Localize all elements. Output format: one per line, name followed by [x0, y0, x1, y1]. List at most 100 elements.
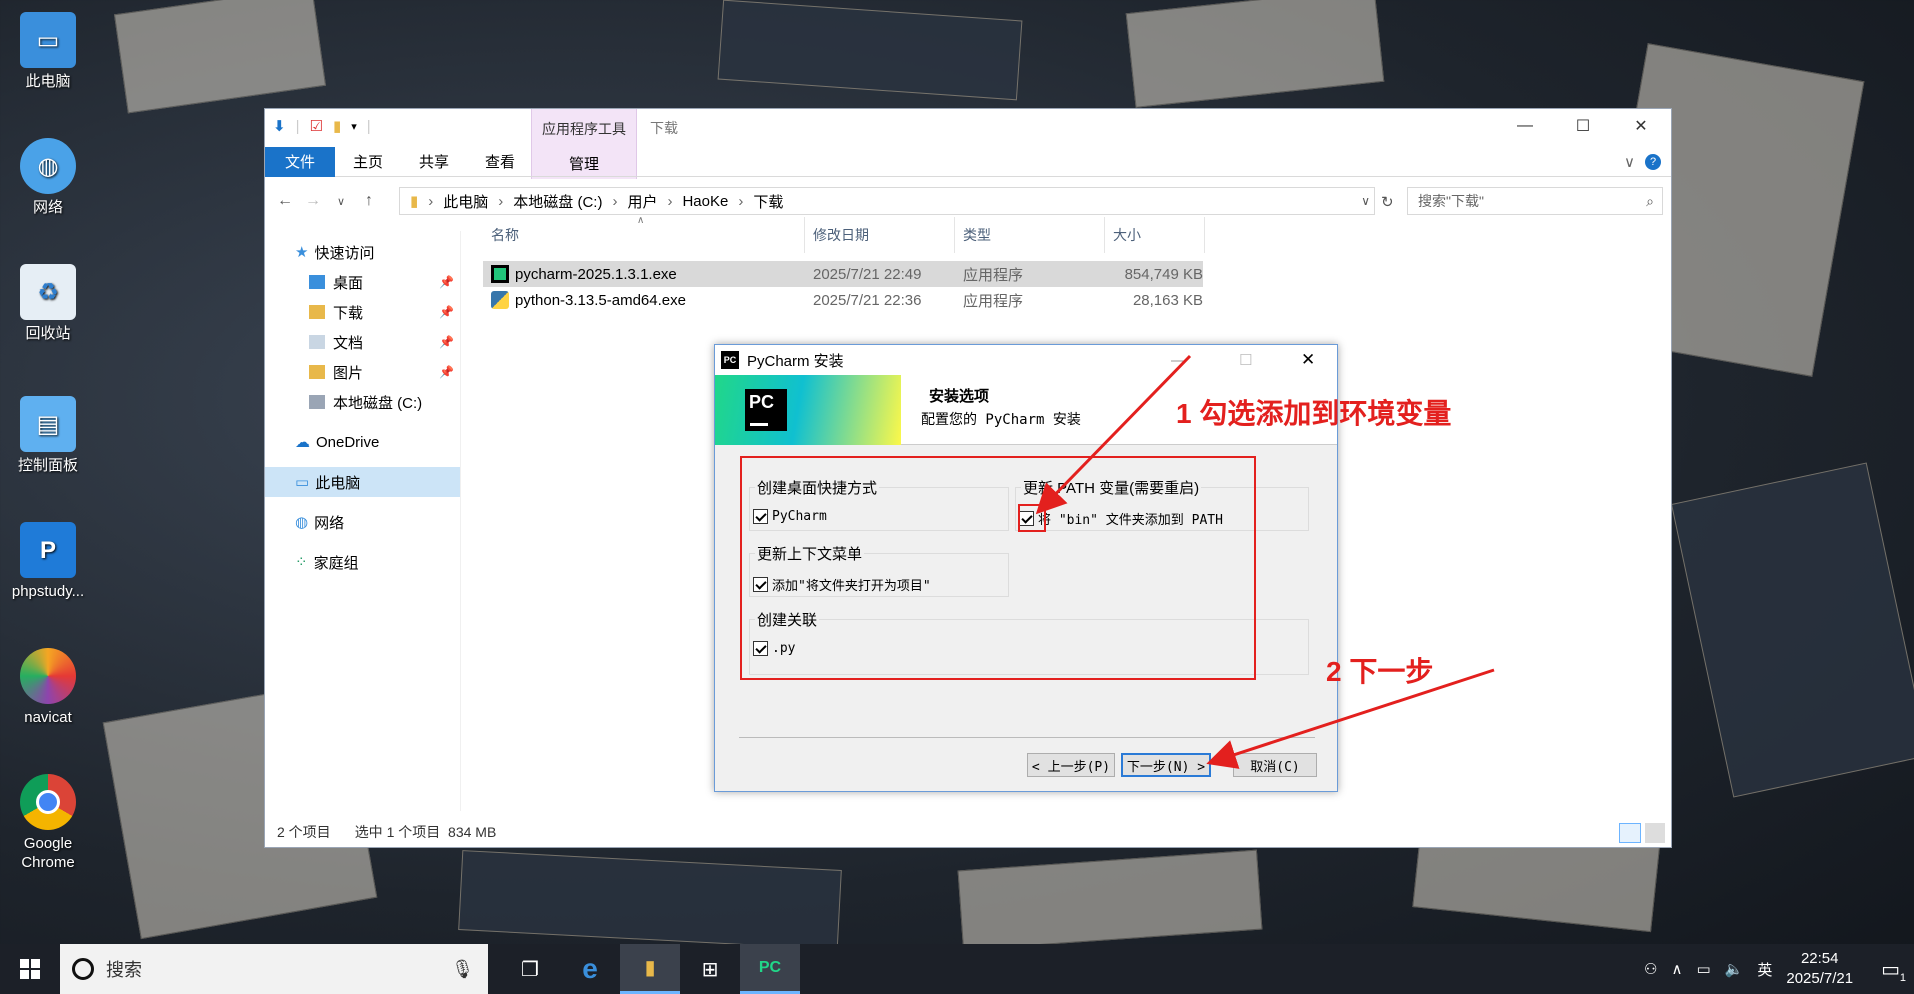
column-type[interactable]: 类型 [955, 217, 1105, 253]
tab-file[interactable]: 文件 [265, 146, 335, 177]
chevron-down-icon[interactable]: ∨ [1361, 194, 1370, 208]
help-icon[interactable]: ? [1645, 153, 1661, 170]
close-button[interactable]: ✕ [1301, 350, 1315, 370]
ribbon-tabs: 文件 主页 共享 查看 ∨ ? [265, 146, 1671, 177]
nav-item-documents[interactable]: 文档 📌 [265, 327, 460, 357]
breadcrumb-item[interactable]: 下载 [753, 191, 783, 212]
desktop-icon-label: Google Chrome [21, 835, 75, 871]
pycharm-taskbar-icon[interactable]: PC [740, 944, 800, 994]
file-list-header: 名称 修改日期 类型 大小 [483, 217, 1205, 253]
search-input[interactable]: 搜索"下载" ⌕ [1407, 187, 1663, 215]
nav-quick-access[interactable]: ★ 快速访问 [265, 237, 460, 267]
highlight-options-box [740, 456, 1256, 680]
windows-logo-icon [20, 959, 40, 979]
chevron-up-icon[interactable]: ∧ [1671, 960, 1682, 978]
desktop-icon-chrome[interactable]: Google Chrome [0, 774, 96, 872]
nav-item-desktop[interactable]: 桌面 📌 [265, 267, 460, 297]
nav-item-downloads[interactable]: 下载 📌 [265, 297, 460, 327]
maximize-button[interactable]: ☐ [1555, 109, 1611, 143]
recent-locations-icon[interactable]: ∨ [327, 195, 355, 208]
breadcrumb-item[interactable]: 此电脑 [443, 191, 488, 212]
notification-center-icon[interactable]: ▭ 1 [1881, 957, 1906, 984]
task-view-icon[interactable]: ❐ [500, 944, 560, 994]
navicat-icon [20, 648, 76, 704]
homegroup-icon: ⁘ [295, 554, 308, 571]
drive-icon [309, 395, 325, 409]
nav-item-pictures[interactable]: 图片 📌 [265, 357, 460, 387]
start-button[interactable] [0, 944, 60, 994]
expand-ribbon-icon[interactable]: ∨ [1624, 153, 1635, 171]
folder-icon[interactable]: ▮ [333, 117, 341, 135]
close-button[interactable]: ✕ [1613, 109, 1669, 143]
desktop-icon-label: 网络 [32, 199, 63, 216]
up-arrow-icon[interactable]: ↑ [355, 192, 383, 210]
down-arrow-icon[interactable]: ⬇ [273, 117, 286, 135]
search-icon: ⌕ [1646, 192, 1654, 209]
nav-network[interactable]: ◍ 网络 [265, 507, 460, 537]
window-title: 下载 [650, 120, 678, 136]
phpstudy-icon: P [20, 522, 76, 578]
clock-time: 22:54 [1800, 950, 1839, 967]
tab-home[interactable]: 主页 [335, 151, 401, 172]
cloud-icon: ☁ [295, 434, 310, 451]
nav-item-local-disk[interactable]: 本地磁盘 (C:) [265, 387, 460, 417]
taskbar: 搜索 🎙 ❐ e ▮ ⊞ PC ⚇ ∧ ▭ 🔈 英 22:54 2025/7/2… [0, 944, 1914, 994]
ime-indicator[interactable]: 英 [1757, 959, 1772, 980]
pin-icon[interactable]: 📌 [439, 305, 454, 319]
cancel-button[interactable]: 取消(C) [1233, 753, 1317, 777]
desktop-icon-network[interactable]: ◍ 网络 [0, 138, 96, 217]
desktop-icon-this-pc[interactable]: ▭ 此电脑 [0, 12, 96, 91]
properties-icon[interactable]: ☑ [309, 117, 322, 135]
file-row[interactable]: pycharm-2025.1.3.1.exe 2025/7/21 22:49 应… [483, 261, 1203, 287]
desktop-icon-phpstudy[interactable]: P phpstudy... [0, 522, 96, 601]
folder-icon: ▮ [410, 193, 419, 210]
minimize-button[interactable]: — [1497, 109, 1553, 143]
download-folder-icon [309, 305, 325, 319]
large-icons-view-icon[interactable] [1645, 823, 1665, 843]
minimize-button[interactable]: — [1171, 352, 1186, 369]
pin-icon[interactable]: 📌 [439, 335, 454, 349]
next-button[interactable]: 下一步(N) > [1121, 753, 1211, 777]
clock[interactable]: 22:54 2025/7/21 [1786, 949, 1853, 989]
file-row[interactable]: python-3.13.5-amd64.exe 2025/7/21 22:36 … [483, 287, 1203, 313]
nav-onedrive[interactable]: ☁ OneDrive [265, 427, 460, 457]
annotation-step1: 1 勾选添加到环境变量 [1176, 398, 1452, 429]
chevron-down-icon[interactable]: ▾ [351, 120, 357, 133]
pin-icon[interactable]: 📌 [439, 275, 454, 289]
dialog-separator [739, 737, 1315, 738]
pycharm-file-icon [491, 265, 509, 283]
address-bar[interactable]: ▮ › 此电脑 › 本地磁盘 (C:) › 用户 › HaoKe › 下载 ∨ [399, 187, 1375, 215]
microphone-icon[interactable]: 🎙 [451, 959, 474, 980]
details-view-icon[interactable] [1619, 823, 1641, 843]
pycharm-logo-icon: PC [721, 351, 739, 369]
network-status-icon[interactable]: ▭ [1696, 960, 1710, 978]
back-arrow-icon[interactable]: ← [271, 192, 299, 210]
breadcrumb-item[interactable]: HaoKe [682, 193, 728, 210]
nav-this-pc[interactable]: ▭ 此电脑 [265, 467, 460, 497]
breadcrumb-item[interactable]: 用户 [627, 191, 657, 212]
annotation-step2: 2 下一步 [1326, 656, 1434, 687]
breadcrumb-item[interactable]: 本地磁盘 (C:) [513, 191, 602, 212]
status-bar: 2 个项目 选中 1 个项目 834 MB [277, 819, 496, 845]
tab-view[interactable]: 查看 [467, 151, 533, 172]
volume-icon[interactable]: 🔈 [1725, 960, 1744, 978]
store-icon[interactable]: ⊞ [680, 944, 740, 994]
forward-arrow-icon[interactable]: → [299, 192, 327, 210]
column-date[interactable]: 修改日期 [805, 217, 955, 253]
desktop-icon-control-panel[interactable]: ▤ 控制面板 [0, 396, 96, 475]
column-size[interactable]: 大小 [1105, 217, 1205, 253]
taskbar-search-box[interactable]: 搜索 🎙 [60, 944, 488, 994]
edge-icon[interactable]: e [560, 944, 620, 994]
maximize-button[interactable]: ☐ [1239, 351, 1252, 369]
file-type: 应用程序 [963, 292, 1024, 310]
desktop-icon-recycle-bin[interactable]: ♻ 回收站 [0, 264, 96, 343]
file-name: pycharm-2025.1.3.1.exe [515, 265, 677, 283]
nav-homegroup[interactable]: ⁘ 家庭组 [265, 547, 460, 577]
pin-icon[interactable]: 📌 [439, 365, 454, 379]
desktop-icon-navicat[interactable]: navicat [0, 648, 96, 727]
people-icon[interactable]: ⚇ [1644, 960, 1657, 978]
tab-share[interactable]: 共享 [401, 151, 467, 172]
file-explorer-taskbar-icon[interactable]: ▮ [620, 944, 680, 994]
refresh-icon[interactable]: ↻ [1381, 193, 1394, 211]
back-button[interactable]: < 上一步(P) [1027, 753, 1115, 777]
